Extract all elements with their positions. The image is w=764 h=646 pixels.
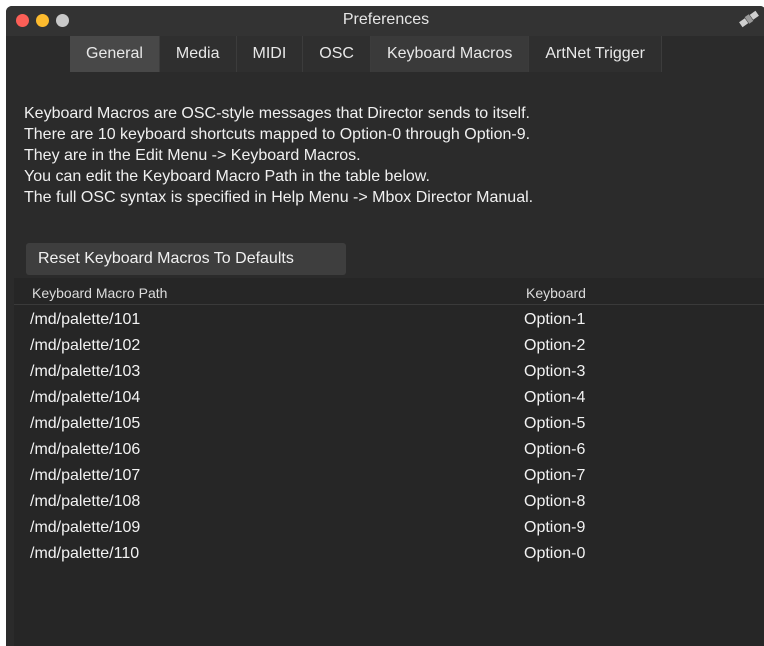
tab-midi[interactable]: MIDI <box>237 36 304 72</box>
macro-path-cell[interactable]: /md/palette/108 <box>30 493 140 511</box>
macro-path-cell[interactable]: /md/palette/104 <box>30 389 140 407</box>
table-row[interactable]: /md/palette/107 Option-7 <box>14 464 764 490</box>
keyboard-cell: Option-4 <box>524 389 586 406</box>
reset-keyboard-macros-button[interactable]: Reset Keyboard Macros To Defaults <box>26 243 346 275</box>
table-row[interactable]: /md/palette/106 Option-6 <box>14 438 764 464</box>
tab-general[interactable]: General <box>70 36 160 72</box>
table-row[interactable]: /md/palette/103 Option-3 <box>14 360 764 386</box>
tab-bar: General Media MIDI OSC Keyboard Macros A… <box>70 36 662 72</box>
tab-media[interactable]: Media <box>160 36 237 72</box>
tab-artnet-trigger[interactable]: ArtNet Trigger <box>529 36 662 72</box>
macro-path-cell[interactable]: /md/palette/102 <box>30 337 140 355</box>
column-header-keyboard[interactable]: Keyboard <box>526 285 586 301</box>
keyboard-cell: Option-3 <box>524 363 586 380</box>
table-row[interactable]: /md/palette/110 Option-0 <box>14 542 764 568</box>
macro-path-cell[interactable]: /md/palette/105 <box>30 415 140 433</box>
title-bar[interactable]: Preferences <box>6 6 764 36</box>
window-title: Preferences <box>342 11 430 28</box>
macro-path-cell[interactable]: /md/palette/103 <box>30 363 140 381</box>
description-line: You can edit the Keyboard Macro Path in … <box>24 168 430 185</box>
description-line: Keyboard Macros are OSC-style messages t… <box>24 105 530 122</box>
tab-keyboard-macros[interactable]: Keyboard Macros <box>370 36 530 72</box>
tab-osc[interactable]: OSC <box>303 36 371 72</box>
keyboard-macros-table: Keyboard Macro Path Keyboard /md/palette… <box>14 278 764 646</box>
table-row[interactable]: /md/palette/104 Option-4 <box>14 386 764 412</box>
table-row[interactable]: /md/palette/101 Option-1 <box>14 308 764 334</box>
description-line: The full OSC syntax is specified in Help… <box>24 189 534 206</box>
table-header: Keyboard Macro Path Keyboard <box>14 278 764 305</box>
satellite-icon <box>739 10 759 28</box>
description-line: There are 10 keyboard shortcuts mapped t… <box>24 126 531 143</box>
keyboard-cell: Option-2 <box>524 337 586 354</box>
macro-path-cell[interactable]: /md/palette/101 <box>30 311 140 329</box>
macro-path-cell[interactable]: /md/palette/109 <box>30 519 140 537</box>
table-row[interactable]: /md/palette/109 Option-9 <box>14 516 764 542</box>
table-row[interactable]: /md/palette/102 Option-2 <box>14 334 764 360</box>
keyboard-cell: Option-6 <box>524 441 586 458</box>
keyboard-cell: Option-5 <box>524 415 586 432</box>
table-body: /md/palette/101 Option-1 /md/palette/102… <box>14 308 764 568</box>
description-line: They are in the Edit Menu -> Keyboard Ma… <box>24 147 361 164</box>
column-header-path[interactable]: Keyboard Macro Path <box>32 285 167 301</box>
keyboard-cell: Option-9 <box>524 519 586 536</box>
keyboard-cell: Option-8 <box>524 493 586 510</box>
macro-path-cell[interactable]: /md/palette/110 <box>30 545 139 563</box>
table-row[interactable]: /md/palette/108 Option-8 <box>14 490 764 516</box>
keyboard-cell: Option-0 <box>524 545 586 562</box>
preferences-window: Preferences General Media MIDI OSC Keybo… <box>6 6 764 646</box>
table-row[interactable]: /md/palette/105 Option-5 <box>14 412 764 438</box>
keyboard-cell: Option-7 <box>524 467 586 484</box>
description-text: Keyboard Macros are OSC-style messages t… <box>24 103 754 208</box>
keyboard-cell: Option-1 <box>524 311 586 328</box>
macro-path-cell[interactable]: /md/palette/107 <box>30 467 140 485</box>
macro-path-cell[interactable]: /md/palette/106 <box>30 441 140 459</box>
